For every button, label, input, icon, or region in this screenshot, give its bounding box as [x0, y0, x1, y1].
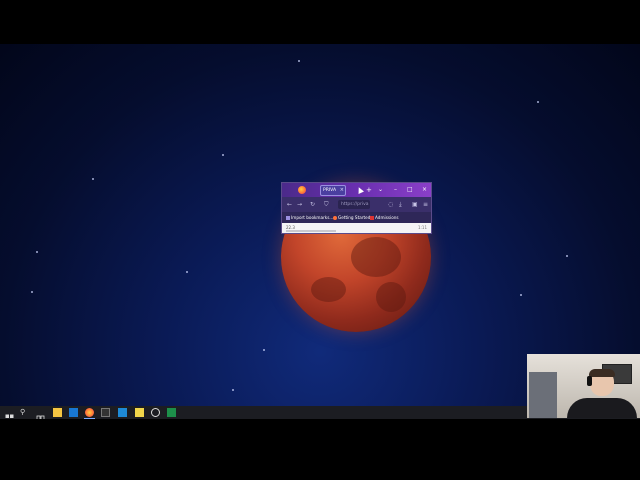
- letterbox-top: [0, 0, 640, 44]
- back-button[interactable]: ←: [287, 200, 292, 209]
- vscode-icon[interactable]: [118, 408, 127, 417]
- bookmark-label: Import bookmarks...: [291, 215, 334, 220]
- extensions-icon[interactable]: ▣: [412, 200, 418, 209]
- star: [263, 349, 265, 351]
- page-content[interactable]: 22.3 1:11: [282, 223, 431, 233]
- headset-icon: [587, 376, 592, 386]
- close-window-button[interactable]: ×: [422, 185, 427, 195]
- navigation-toolbar: ← → ↻ ⛉ https://priva ◌ ⤓ ▣ ≡: [282, 197, 431, 212]
- webcam-door: [529, 372, 557, 418]
- terminal-icon[interactable]: [101, 408, 110, 417]
- star: [92, 178, 94, 180]
- webcam-overlay: [527, 354, 640, 418]
- moon-mare: [376, 282, 406, 312]
- bookmark-import[interactable]: Import bookmarks...: [286, 212, 333, 223]
- url-text: https://priva: [341, 202, 369, 207]
- star: [298, 60, 300, 62]
- moon-mare: [351, 237, 401, 277]
- star: [186, 271, 188, 273]
- letterbox-bottom: [0, 419, 640, 480]
- reload-button[interactable]: ↻: [310, 200, 315, 209]
- pocket-icon[interactable]: ◌: [388, 200, 393, 209]
- maximize-button[interactable]: □: [407, 185, 413, 195]
- bookmarks-toolbar: Import bookmarks... Getting Started Admi…: [282, 212, 431, 223]
- bookmark-getting-started[interactable]: Getting Started: [333, 212, 370, 223]
- import-icon: [286, 216, 290, 220]
- task-view-icon[interactable]: [36, 408, 45, 422]
- minimize-button[interactable]: –: [394, 185, 397, 195]
- star: [36, 251, 38, 253]
- horizontal-scrollbar[interactable]: [286, 230, 336, 232]
- sticky-notes-icon[interactable]: [135, 408, 144, 417]
- new-tab-button[interactable]: +: [366, 185, 372, 195]
- excel-icon[interactable]: [167, 408, 176, 417]
- outlook-icon[interactable]: [69, 408, 78, 417]
- star: [537, 101, 539, 103]
- bookmark-label: Getting Started: [338, 215, 371, 220]
- tab-private[interactable]: PRIVA ×: [320, 185, 346, 196]
- star: [520, 294, 522, 296]
- downloads-icon[interactable]: ⤓: [399, 200, 402, 209]
- menu-button[interactable]: ≡: [423, 200, 428, 209]
- star: [222, 154, 224, 156]
- star: [566, 255, 568, 257]
- bookmark-admissions[interactable]: Admissions: [370, 212, 399, 223]
- firefox-icon: [298, 186, 306, 194]
- moon-mare: [311, 277, 346, 302]
- star: [31, 291, 33, 293]
- url-bar[interactable]: https://priva: [338, 200, 370, 209]
- bookmark-label: Admissions: [375, 215, 399, 220]
- file-explorer-icon[interactable]: [53, 408, 62, 417]
- webcam-person-hair: [589, 369, 615, 377]
- search-icon[interactable]: ⚲: [20, 408, 29, 417]
- firefox-icon: [333, 216, 337, 220]
- forward-button[interactable]: →: [297, 200, 302, 209]
- status-right: 1:11: [418, 225, 427, 230]
- bookmark-icon: [370, 216, 374, 220]
- tab-close-icon[interactable]: ×: [340, 186, 344, 195]
- star: [232, 389, 234, 391]
- tab-title: PRIVA: [323, 188, 337, 193]
- tab-list-button[interactable]: ⌄: [378, 185, 383, 195]
- firefox-icon[interactable]: [84, 408, 95, 419]
- clock-app-icon[interactable]: [151, 408, 160, 417]
- windows-start-icon[interactable]: [5, 408, 14, 423]
- webcam-person-body: [567, 398, 637, 418]
- shield-icon[interactable]: ⛉: [324, 200, 329, 209]
